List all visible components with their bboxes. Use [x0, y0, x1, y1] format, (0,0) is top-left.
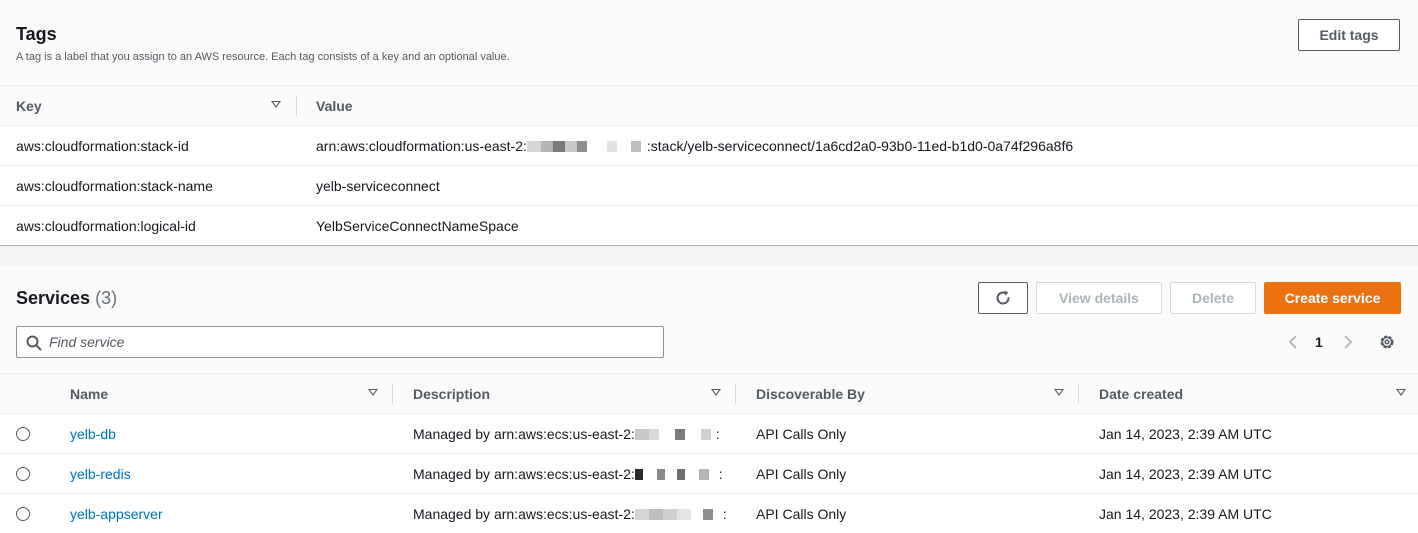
column-resizer[interactable] [392, 384, 393, 404]
search-input[interactable] [49, 332, 649, 352]
service-description: Managed by arn:aws:ecs:us-east-2:: [413, 466, 723, 482]
table-row: aws:cloudformation:stack-id arn:aws:clou… [0, 126, 1418, 166]
refresh-icon [996, 290, 1010, 305]
row-select-radio[interactable] [16, 427, 30, 441]
tags-title: Tags [16, 24, 57, 44]
row-select-radio[interactable] [16, 467, 30, 481]
row-select-radio[interactable] [16, 507, 30, 521]
service-name-link[interactable]: yelb-appserver [70, 506, 163, 522]
discoverable-by: API Calls Only [756, 466, 847, 482]
sort-caret-icon[interactable] [1054, 389, 1064, 396]
discoverable-by: API Calls Only [756, 506, 847, 522]
discoverable-by: API Calls Only [756, 426, 847, 442]
column-header-discoverable-by[interactable]: Discoverable By [756, 386, 865, 402]
sort-caret-icon[interactable] [1396, 389, 1406, 396]
tag-key: aws:cloudformation:stack-id [16, 138, 189, 154]
table-row: yelb-db Managed by arn:aws:ecs:us-east-2… [0, 414, 1418, 454]
refresh-button[interactable] [978, 282, 1028, 314]
date-created: Jan 14, 2023, 2:39 AM UTC [1099, 466, 1272, 482]
service-description: Managed by arn:aws:ecs:us-east-2:: [413, 506, 727, 522]
gear-icon[interactable] [1378, 333, 1396, 351]
column-resizer[interactable] [1078, 384, 1079, 404]
column-header-name[interactable]: Name [70, 386, 108, 402]
services-panel: Services (3) View details Delete Create … [0, 266, 1418, 533]
sort-caret-icon[interactable] [368, 389, 378, 396]
tag-value: YelbServiceConnectNameSpace [316, 218, 519, 234]
redacted-block [526, 138, 647, 154]
chevron-left-icon[interactable] [1286, 334, 1300, 350]
description-suffix: : [718, 466, 723, 482]
services-title-text: Services [16, 288, 91, 308]
date-created: Jan 14, 2023, 2:39 AM UTC [1099, 426, 1272, 442]
description-prefix: Managed by arn:aws:ecs:us-east-2: [413, 426, 635, 442]
delete-button[interactable]: Delete [1170, 282, 1256, 314]
tag-value-suffix: :stack/yelb-serviceconnect/1a6cd2a0-93b0… [646, 138, 1074, 154]
chevron-right-icon[interactable] [1341, 334, 1355, 350]
sort-caret-icon[interactable] [271, 101, 281, 108]
column-header-key[interactable]: Key [16, 98, 42, 114]
column-header-value: Value [316, 98, 353, 114]
table-row: yelb-appserver Managed by arn:aws:ecs:us… [0, 494, 1418, 533]
tag-value: arn:aws:cloudformation:us-east-2: :stack/… [316, 138, 1073, 154]
table-row: aws:cloudformation:logical-id YelbServic… [0, 206, 1418, 246]
services-header: Services (3) View details Delete Create … [0, 266, 1418, 374]
panel-divider [0, 246, 1418, 266]
sort-caret-icon[interactable] [711, 389, 721, 396]
table-row: aws:cloudformation:stack-name yelb-servi… [0, 166, 1418, 206]
redacted-block [634, 426, 716, 442]
column-header-description[interactable]: Description [413, 386, 490, 402]
table-row: yelb-redis Managed by arn:aws:ecs:us-eas… [0, 454, 1418, 494]
tags-table-header: Key Value [0, 86, 1418, 126]
service-name-link[interactable]: yelb-db [70, 426, 116, 442]
service-name-link[interactable]: yelb-redis [70, 466, 131, 482]
tags-description: A tag is a label that you assign to an A… [16, 51, 510, 63]
search-box [16, 326, 664, 358]
description-prefix: Managed by arn:aws:ecs:us-east-2: [413, 466, 635, 482]
edit-tags-button[interactable]: Edit tags [1298, 19, 1400, 51]
redacted-block [634, 506, 723, 522]
redacted-block [634, 466, 719, 482]
tag-value-prefix: arn:aws:cloudformation:us-east-2: [316, 138, 527, 154]
tag-key: aws:cloudformation:logical-id [16, 218, 196, 234]
services-count: (3) [95, 288, 118, 308]
tags-panel: Tags A tag is a label that you assign to… [0, 0, 1418, 246]
column-resizer[interactable] [296, 96, 297, 116]
column-resizer[interactable] [735, 384, 736, 404]
description-suffix: : [722, 506, 727, 522]
tag-key: aws:cloudformation:stack-name [16, 178, 213, 194]
view-details-button[interactable]: View details [1036, 282, 1162, 314]
create-service-button[interactable]: Create service [1264, 282, 1401, 314]
date-created: Jan 14, 2023, 2:39 AM UTC [1099, 506, 1272, 522]
services-table-header: Name Description Discoverable By Date cr… [0, 374, 1418, 414]
description-prefix: Managed by arn:aws:ecs:us-east-2: [413, 506, 635, 522]
tags-header: Tags A tag is a label that you assign to… [0, 0, 1418, 86]
service-description: Managed by arn:aws:ecs:us-east-2:: [413, 426, 720, 442]
tag-value: yelb-serviceconnect [316, 178, 440, 194]
column-header-date-created[interactable]: Date created [1099, 386, 1183, 402]
search-icon [26, 335, 42, 351]
page-number[interactable]: 1 [1315, 334, 1323, 350]
services-title: Services (3) [16, 288, 117, 309]
description-suffix: : [715, 426, 720, 442]
